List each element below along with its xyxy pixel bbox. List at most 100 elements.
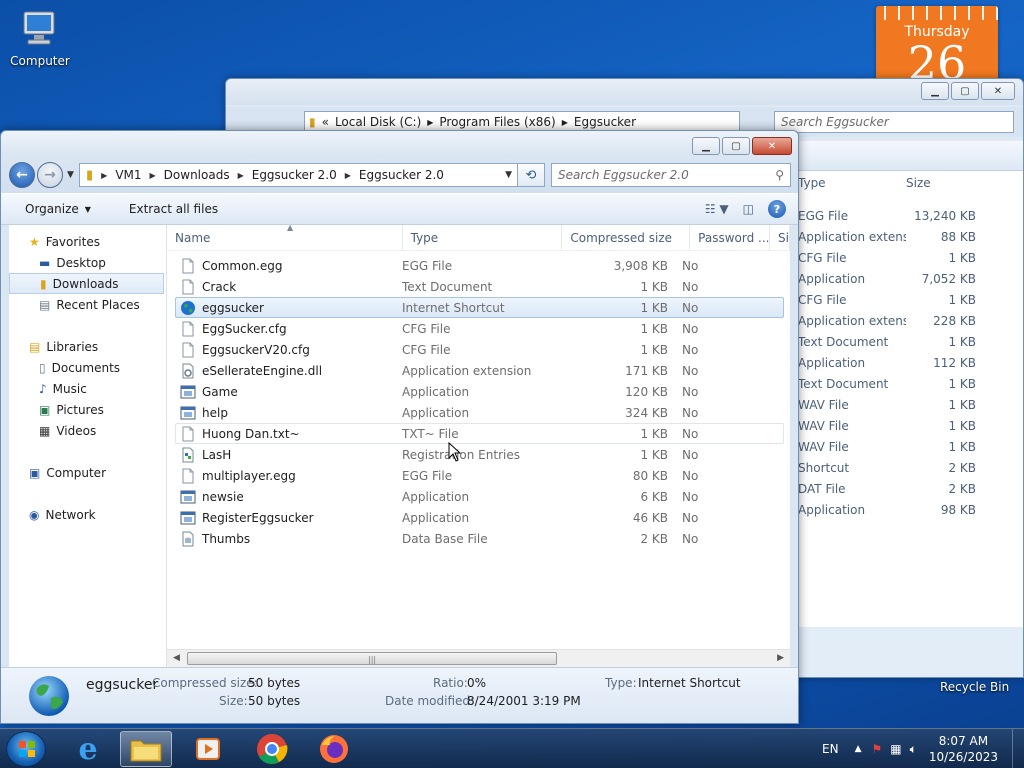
column-header-type[interactable]: Type xyxy=(403,225,563,251)
show-desktop-button[interactable] xyxy=(1012,729,1024,768)
table-row[interactable]: Application extens... 88 KB xyxy=(798,226,1023,247)
breadcrumb-item[interactable]: Local Disk (C:) xyxy=(335,115,421,129)
breadcrumb-item-eggsucker[interactable]: Eggsucker 2.0 xyxy=(252,168,337,182)
clock[interactable]: 8:07 AM 10/26/2023 xyxy=(929,733,998,765)
scroll-right-arrow[interactable]: ▶ xyxy=(777,653,784,663)
nav-item-downloads[interactable]: ▮ Downloads xyxy=(9,273,164,294)
nav-item-recent-places[interactable]: ▤ Recent Places xyxy=(9,294,166,315)
close-button[interactable]: ✕ xyxy=(981,82,1015,100)
maximize-button[interactable]: ▢ xyxy=(951,82,979,100)
table-row[interactable]: Application 7,052 KB xyxy=(798,268,1023,289)
start-button[interactable] xyxy=(6,731,46,767)
taskbar-media-player[interactable] xyxy=(182,731,234,767)
title-bar[interactable]: ▁ ▢ ✕ xyxy=(226,79,1023,105)
action-center-icon[interactable]: ⚑ xyxy=(872,742,883,756)
breadcrumb-item-vm1[interactable]: VM1 xyxy=(115,168,141,182)
file-row[interactable]: eSellerateEngine.dll Application extensi… xyxy=(175,360,784,381)
breadcrumb-item-eggsucker-inner[interactable]: Eggsucker 2.0 xyxy=(359,168,444,182)
minimize-button[interactable]: ▁ xyxy=(692,137,720,155)
table-row[interactable]: Text Document 1 KB xyxy=(798,331,1023,352)
navigation-pane[interactable]: ★ Favorites ▬ Desktop ▮ Downloads ▤ Recent P… xyxy=(9,225,167,667)
table-row[interactable]: WAV File 1 KB xyxy=(798,415,1023,436)
file-row[interactable]: Common.egg EGG File 3,908 KB No xyxy=(175,255,784,276)
taskbar-internet-explorer[interactable]: e xyxy=(62,731,114,767)
file-row[interactable]: newsie Application 6 KB No xyxy=(175,486,784,507)
horizontal-scrollbar[interactable]: ◀ ||| ▶ xyxy=(167,649,790,667)
forward-button[interactable]: → xyxy=(37,162,63,188)
desktop-icon-computer[interactable]: Computer xyxy=(0,8,80,68)
column-header-compressed-size[interactable]: Compressed size xyxy=(562,225,691,251)
help-icon[interactable]: ? xyxy=(768,200,786,218)
language-indicator[interactable]: EN xyxy=(822,742,839,756)
column-header-password[interactable]: Password ... xyxy=(690,225,771,251)
file-row[interactable]: LasH Registration Entries 1 KB No xyxy=(175,444,784,465)
file-list[interactable]: ▲ Name Type Compressed size Password ...… xyxy=(167,225,790,667)
table-row[interactable]: DAT File 2 KB xyxy=(798,478,1023,499)
address-dropdown[interactable]: ▼ xyxy=(505,170,512,180)
desktop-icon-recycle-bin[interactable]: Recycle Bin xyxy=(940,680,1009,694)
extract-all-button[interactable]: Extract all files xyxy=(121,198,226,220)
minimize-button[interactable]: ▁ xyxy=(921,82,949,100)
file-row[interactable]: Crack Text Document 1 KB No xyxy=(175,276,784,297)
file-row[interactable]: Thumbs Data Base File 2 KB No xyxy=(175,528,784,549)
file-row[interactable]: Game Application 120 KB No xyxy=(175,381,784,402)
volume-muted-icon[interactable]: 🔈︎ xyxy=(910,742,917,757)
search-input[interactable]: Search Eggsucker xyxy=(774,111,1014,133)
show-hidden-icons-button[interactable]: ▲ xyxy=(855,744,862,754)
cell-type: CFG File xyxy=(798,292,847,307)
breadcrumb-item-downloads[interactable]: Downloads xyxy=(164,168,230,182)
nav-item-libraries[interactable]: ▤ Libraries xyxy=(9,336,166,357)
column-header-type[interactable]: Type xyxy=(798,176,906,190)
nav-item-favorites[interactable]: ★ Favorites xyxy=(9,231,166,252)
file-row[interactable]: help Application 324 KB No xyxy=(175,402,784,423)
view-options-button[interactable]: ☷ ▼ xyxy=(705,202,729,216)
table-row[interactable]: Application extens... 228 KB xyxy=(798,310,1023,331)
column-header-size[interactable]: Size xyxy=(906,176,976,190)
nav-item-computer[interactable]: ▣ Computer xyxy=(9,462,166,483)
maximize-button[interactable]: ▢ xyxy=(722,137,750,155)
close-button[interactable]: ✕ xyxy=(752,137,792,155)
table-row[interactable]: Text Document 1 KB xyxy=(798,373,1023,394)
scrollbar-thumb[interactable]: ||| xyxy=(187,652,557,665)
recent-pages-dropdown[interactable]: ▼ xyxy=(67,170,74,180)
table-row[interactable]: WAV File 1 KB xyxy=(798,436,1023,457)
column-header-size[interactable]: Si xyxy=(770,225,790,251)
refresh-button[interactable]: ⟲ xyxy=(517,163,545,187)
organize-button[interactable]: Organize ▼ xyxy=(17,198,99,220)
breadcrumb-item[interactable]: Program Files (x86) xyxy=(439,115,555,129)
back-button[interactable]: ← xyxy=(9,162,35,188)
taskbar-firefox[interactable] xyxy=(308,731,360,767)
table-row[interactable]: CFG File 1 KB xyxy=(798,289,1023,310)
scroll-left-arrow[interactable]: ◀ xyxy=(173,653,180,663)
file-row[interactable]: Huong Dan.txt~ TXT~ File 1 KB No xyxy=(175,423,784,444)
nav-item-music[interactable]: ♪ Music xyxy=(9,378,166,399)
nav-item-documents[interactable]: ▯ Documents xyxy=(9,357,166,378)
nav-item-network[interactable]: ◉ Network xyxy=(9,504,166,525)
file-row[interactable]: EggSucker.cfg CFG File 1 KB No xyxy=(175,318,784,339)
title-bar[interactable]: ▁ ▢ ✕ xyxy=(1,131,798,157)
nav-item-pictures[interactable]: ▣ Pictures xyxy=(9,399,166,420)
calendar-gadget[interactable]: Thursday 26 xyxy=(876,6,998,86)
explorer-window[interactable]: ▁ ▢ ✕ ← → ▼ ▮ ▶ VM1 ▶ Downloads ▶ Eggsuc… xyxy=(0,130,799,724)
nav-item-videos[interactable]: ▦ Videos xyxy=(9,420,166,441)
search-input[interactable]: Search Eggsucker 2.0 ⚲ xyxy=(551,163,791,187)
file-row[interactable]: multiplayer.egg EGG File 80 KB No xyxy=(175,465,784,486)
file-row[interactable]: eggsucker Internet Shortcut 1 KB No xyxy=(175,297,784,318)
table-row[interactable]: EGG File 13,240 KB xyxy=(798,205,1023,226)
taskbar-chrome[interactable] xyxy=(246,731,298,767)
details-label: Ratio: xyxy=(433,676,468,690)
taskbar-file-explorer[interactable] xyxy=(120,731,172,767)
file-row[interactable]: RegisterEggsucker Application 46 KB No xyxy=(175,507,784,528)
table-row[interactable]: Shortcut 2 KB xyxy=(798,457,1023,478)
network-icon[interactable]: ▦ xyxy=(890,742,901,756)
breadcrumb-item[interactable]: Eggsucker xyxy=(574,115,636,129)
address-bar[interactable]: ▮ ▶ VM1 ▶ Downloads ▶ Eggsucker 2.0 ▶ Eg… xyxy=(79,163,519,187)
table-row[interactable]: WAV File 1 KB xyxy=(798,394,1023,415)
file-row[interactable]: EggsuckerV20.cfg CFG File 1 KB No xyxy=(175,339,784,360)
table-row[interactable]: Application 98 KB xyxy=(798,499,1023,520)
nav-item-desktop[interactable]: ▬ Desktop xyxy=(9,252,166,273)
table-row[interactable]: CFG File 1 KB xyxy=(798,247,1023,268)
preview-pane-icon[interactable]: ◫ xyxy=(743,202,754,216)
column-header-name[interactable]: Name xyxy=(167,225,403,251)
table-row[interactable]: Application 112 KB xyxy=(798,352,1023,373)
